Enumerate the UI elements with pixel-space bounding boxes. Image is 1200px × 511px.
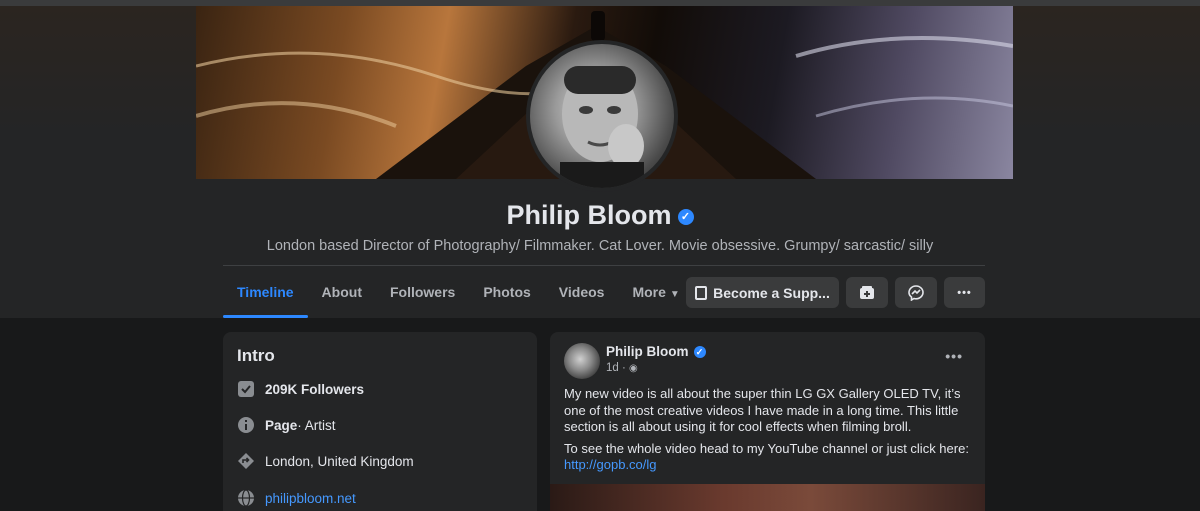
intro-followers: 209K Followers xyxy=(237,379,364,399)
post-card: Philip Bloom ✓ 1d · ◉ ••• My new video is… xyxy=(550,332,985,511)
profile-name-row: Philip Bloom ✓ xyxy=(0,200,1200,231)
caret-down-icon: ▼ xyxy=(669,289,680,300)
post-author-name[interactable]: Philip Bloom xyxy=(606,344,689,359)
save-button[interactable] xyxy=(846,277,888,308)
tab-followers-label: Followers xyxy=(389,284,456,300)
info-icon xyxy=(237,416,255,434)
profile-photo-image xyxy=(530,44,674,188)
become-supporter-label: Become a Supp... xyxy=(713,284,830,301)
become-supporter-button[interactable]: Become a Supp... xyxy=(686,277,839,308)
globe-icon xyxy=(237,489,255,507)
tab-about-label: About xyxy=(321,284,362,300)
header-divider xyxy=(223,265,985,266)
verified-badge-icon: ✓ xyxy=(693,346,706,358)
tab-more[interactable]: More ▼ xyxy=(618,268,693,316)
page-category: · Artist xyxy=(297,417,336,433)
intro-website: philipbloom.net xyxy=(237,488,356,508)
location-text: London, United Kingdom xyxy=(265,453,414,469)
post-author-row: Philip Bloom ✓ xyxy=(606,344,706,359)
location-icon xyxy=(237,452,255,470)
tab-photos-label: Photos xyxy=(483,284,531,300)
intro-title: Intro xyxy=(237,346,275,365)
intro-card: Intro 209K Followers Page · Artist Londo… xyxy=(223,332,537,511)
profile-bio: London based Director of Photography/ Fi… xyxy=(266,238,934,254)
more-dots-icon: ••• xyxy=(957,286,972,299)
tab-about[interactable]: About xyxy=(308,268,376,316)
messenger-icon xyxy=(908,284,924,301)
post-body: My new video is all about the super thin… xyxy=(564,386,974,479)
post-link[interactable]: http://gopb.co/lg xyxy=(564,457,657,472)
followers-count: 209K Followers xyxy=(265,381,365,397)
profile-name: Philip Bloom xyxy=(506,200,672,230)
profile-tabs: Timeline About Followers Photos Videos M… xyxy=(223,268,694,318)
verified-badge-icon: ✓ xyxy=(677,209,694,225)
post-video-thumbnail[interactable] xyxy=(550,484,985,511)
post-paragraph-2-text: To see the whole video head to my YouTub… xyxy=(564,440,969,456)
tab-videos-label: Videos xyxy=(558,284,605,300)
tab-timeline[interactable]: Timeline xyxy=(223,268,308,318)
profile-picture[interactable] xyxy=(526,40,678,192)
tab-videos[interactable]: Videos xyxy=(545,268,619,316)
tab-more-label: More xyxy=(632,284,666,300)
website-link[interactable]: philipbloom.net xyxy=(265,491,356,506)
more-options-button[interactable]: ••• xyxy=(944,277,985,308)
globe-privacy-icon: ◉ xyxy=(629,363,638,374)
page-type-label: Page xyxy=(265,417,298,433)
post-timestamp[interactable]: 1d · xyxy=(606,362,629,374)
tab-followers[interactable]: Followers xyxy=(376,268,469,316)
post-paragraph-2: To see the whole video head to my YouTub… xyxy=(564,441,974,474)
post-paragraph-1: My new video is all about the super thin… xyxy=(564,386,961,434)
tab-timeline-label: Timeline xyxy=(237,284,294,300)
supporter-badge-icon xyxy=(695,285,708,300)
tab-photos[interactable]: Photos xyxy=(469,268,544,316)
message-button[interactable] xyxy=(895,277,937,308)
post-menu-icon[interactable]: ••• xyxy=(945,348,963,364)
post-meta: 1d · ◉ xyxy=(606,362,638,374)
bookmark-plus-icon xyxy=(860,285,874,299)
intro-page-type: Page · Artist xyxy=(237,415,336,435)
post-author-avatar[interactable] xyxy=(564,343,600,379)
followers-check-icon xyxy=(237,380,255,398)
intro-location: London, United Kingdom xyxy=(237,451,414,471)
